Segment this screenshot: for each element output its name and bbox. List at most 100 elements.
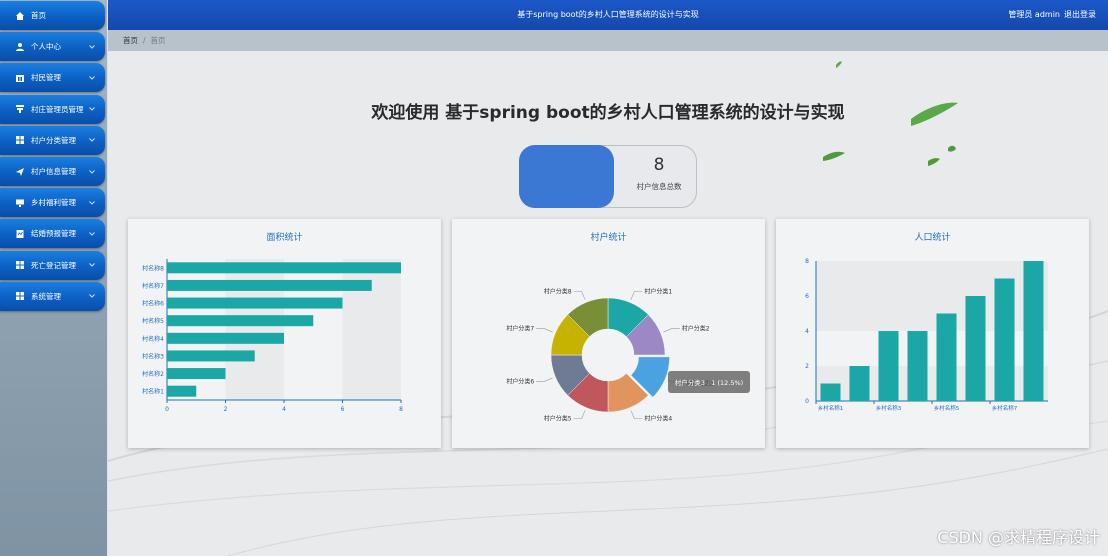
bar xyxy=(820,383,841,401)
slice-label: 村户分类4 xyxy=(644,415,672,423)
report-icon xyxy=(15,229,25,239)
tick-label: 村名称2 xyxy=(142,370,164,378)
sidebar-item-8[interactable]: 结婚预报管理 xyxy=(0,219,105,249)
welcome-heading: 欢迎使用 基于spring boot的乡村人口管理系统的设计与实现 xyxy=(371,103,845,123)
chevron-down-icon xyxy=(88,230,96,238)
sidebar-item-4[interactable]: 村庄管理员管理 xyxy=(0,94,105,124)
tick-label: 村名称3 xyxy=(142,352,164,360)
current-user: 管理员 admin xyxy=(1008,10,1060,19)
breadcrumb-current: 首页 xyxy=(150,36,166,45)
slice-label: 村户分类2 xyxy=(682,325,710,333)
chevron-down-icon xyxy=(88,199,96,207)
label-leader xyxy=(573,290,586,300)
watermark: CSDN @求精程序设计 xyxy=(937,528,1100,547)
bar xyxy=(994,278,1015,401)
leaf-icon xyxy=(836,61,842,68)
home-icon xyxy=(15,11,25,21)
sidebar-item-label: 村民管理 xyxy=(31,73,61,83)
label-leader xyxy=(536,377,553,382)
grid-icon xyxy=(15,135,25,145)
tick-label: 村名称6 xyxy=(142,300,164,308)
sidebar-item-label: 村户分类管理 xyxy=(31,135,76,145)
tick-label: 8 xyxy=(805,258,809,265)
tick-label: 村名称8 xyxy=(142,264,164,272)
tick-label: 4 xyxy=(282,406,286,413)
household-chart: 村户分类1村户分类2村户分类3村户分类4村户分类5村户分类6村户分类7村户分类8 xyxy=(506,287,714,423)
admin-icon xyxy=(15,104,25,114)
chevron-down-icon xyxy=(88,292,96,300)
tick-label: 乡村名称5 xyxy=(934,404,960,412)
leaf-icon xyxy=(928,158,940,166)
breadcrumb: 首页 / 首页 xyxy=(108,30,1108,51)
slice-label: 村户分类7 xyxy=(506,325,534,333)
sidebar-item-7[interactable]: 乡村福利管理 xyxy=(0,188,105,218)
sidebar: 首页个人中心村民管理村庄管理员管理 村户分类管理 村户信息管理乡村福利管理结婚预报管… xyxy=(0,0,107,556)
sidebar-item-2[interactable]: 个人中心 xyxy=(0,32,105,62)
chevron-down-icon xyxy=(88,136,96,144)
sidebar-item-label: 结婚预报管理 xyxy=(31,229,76,239)
bar xyxy=(936,313,957,401)
villager-icon xyxy=(15,73,25,83)
household-chart-panel: 村户统计 村户分类1村户分类2村户分类3村户分类4村户分类5村户分类6村户分类7… xyxy=(452,219,765,448)
bar xyxy=(167,385,197,397)
sidebar-item-label: 个人中心 xyxy=(31,42,61,52)
sidebar-item-9[interactable]: 死亡登记管理 xyxy=(0,250,105,280)
tick-label: 8 xyxy=(399,406,403,413)
bar xyxy=(1023,261,1044,401)
area-chart-panel: 面积统计 村名称1 村名称2 村名称3 村名称4 村名称5 村名称6 村名称7 村名称8 0 2 4… xyxy=(128,219,441,448)
tick-label: 乡村名称1 xyxy=(818,404,844,412)
slice-label: 村户分类6 xyxy=(506,377,534,385)
stat-card-accent xyxy=(519,145,614,208)
slice-label: 村户分类8 xyxy=(544,287,572,295)
label-leader xyxy=(536,328,553,333)
stat-value: 8 xyxy=(653,155,665,175)
chart-tooltip: 村户分类3 : 1 (12.5%) xyxy=(668,371,750,393)
population-chart: 0 2 4 6 8 乡村名称1 乡村名称3 乡村名称5 乡村名称7 xyxy=(805,258,1048,412)
tick-label: 乡村名称3 xyxy=(876,404,902,412)
slice-label: 村户分类5 xyxy=(544,415,572,423)
label-leader xyxy=(630,290,643,300)
sidebar-item-3[interactable]: 村民管理 xyxy=(0,63,105,93)
tick-label: 村名称1 xyxy=(142,388,164,396)
user-icon xyxy=(15,42,25,52)
sidebar-item-label: 村户信息管理 xyxy=(31,167,76,176)
bar xyxy=(167,279,372,291)
chevron-down-icon xyxy=(88,105,96,113)
grid-icon xyxy=(15,291,25,301)
chevron-down-icon xyxy=(88,43,96,51)
bar xyxy=(167,350,255,362)
tick-label: 6 xyxy=(341,406,345,413)
sidebar-item-6[interactable]: 村户信息管理 xyxy=(0,157,105,186)
breadcrumb-home[interactable]: 首页 xyxy=(123,35,138,46)
tick-label: 村名称4 xyxy=(142,335,164,343)
monitor-icon xyxy=(15,198,25,208)
chevron-down-icon xyxy=(88,168,96,176)
sidebar-item-label: 首页 xyxy=(31,11,46,20)
stat-label: 村户信息总数 xyxy=(636,182,682,191)
tick-label: 乡村名称7 xyxy=(992,404,1018,412)
bar xyxy=(167,315,314,327)
bar xyxy=(167,297,343,309)
send-icon xyxy=(15,167,25,177)
sidebar-item-5[interactable]: 村户分类管理 xyxy=(0,125,105,155)
sidebar-item-label: 系统管理 xyxy=(31,291,61,301)
logout-link[interactable]: 退出登录 xyxy=(1064,9,1096,20)
bar xyxy=(965,296,986,401)
tick-label: 4 xyxy=(805,328,809,335)
bar xyxy=(167,262,401,274)
label-leader xyxy=(663,328,680,333)
slice-label: 村户分类1 xyxy=(644,287,672,295)
sidebar-item-label: 死亡登记管理 xyxy=(31,260,76,270)
tick-label: 2 xyxy=(805,363,809,370)
bar xyxy=(907,331,928,401)
breadcrumb-separator: / xyxy=(143,36,146,45)
sidebar-item-label: 村庄管理员管理 xyxy=(31,104,84,114)
bar xyxy=(167,368,226,380)
main-content: 欢迎使用 基于spring boot的乡村人口管理系统的设计与实现 8 村户信息… xyxy=(108,51,1108,556)
population-chart-panel: 人口统计 0 2 4 6 8 乡村名称1 乡村名称3 乡村名称5 乡村名称7 xyxy=(776,219,1089,448)
leaf-icon xyxy=(948,145,956,152)
tick-label: 0 xyxy=(805,398,809,405)
bar xyxy=(878,331,899,401)
sidebar-item-1[interactable]: 首页 xyxy=(0,1,105,30)
sidebar-item-10[interactable]: 系统管理 xyxy=(0,281,105,311)
